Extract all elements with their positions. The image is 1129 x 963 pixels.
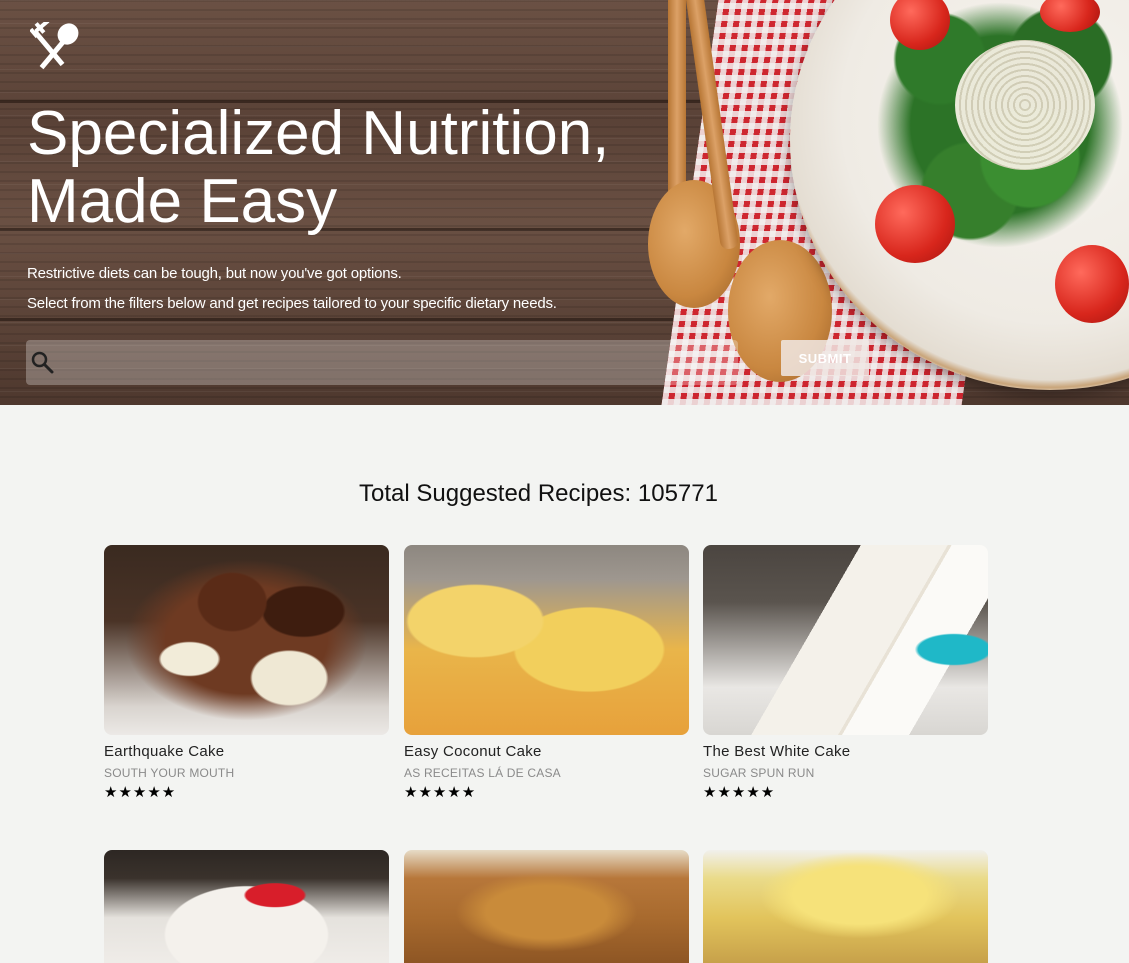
recipe-image[interactable] [104,545,389,735]
recipe-title[interactable]: The Best White Cake [703,743,988,760]
headline-line: Made Easy [27,167,338,236]
headline-line: Specialized Nutrition, [27,99,610,168]
recipe-image[interactable] [104,850,389,963]
recipe-source: AS RECEITAS LÁ DE CASA [404,766,561,780]
search-bar [26,340,738,387]
hero-banner: Specialized Nutrition, Made Easy Restric… [0,0,1129,405]
recipe-title[interactable]: Easy Coconut Cake [404,743,689,760]
recipe-source: SUGAR SPUN RUN [703,766,815,780]
total-recipes-count: Total Suggested Recipes: 105771 [359,480,718,507]
recipe-source: SOUTH YOUR MOUTH [104,766,235,780]
recipe-card[interactable] [404,850,689,963]
submit-button[interactable]: SUBMIT [781,340,869,376]
rating-stars: ★★★★★ [703,784,776,801]
hero-subtitle: Select from the filters below and get re… [27,295,557,312]
recipe-image[interactable] [404,850,689,963]
shredded-cheese [955,40,1095,170]
recipe-title[interactable]: Earthquake Cake [104,743,389,760]
recipe-image[interactable] [404,545,689,735]
hero-subtitle: Restrictive diets can be tough, but now … [27,265,402,282]
fork-spoon-icon[interactable] [30,22,82,70]
wooden-spoon-handle [668,0,686,200]
recipe-image[interactable] [703,850,988,963]
hero-headline: Specialized Nutrition, Made Easy [27,100,609,236]
recipe-card[interactable]: Earthquake Cake SOUTH YOUR MOUTH ★★★★★ [104,545,389,801]
tomato [875,185,955,263]
recipe-image[interactable] [703,545,988,735]
search-input[interactable] [66,340,730,387]
recipe-card[interactable] [703,850,988,963]
rating-stars: ★★★★★ [404,784,477,801]
search-icon [31,351,54,374]
rating-stars: ★★★★★ [104,784,177,801]
tomato [1055,245,1129,323]
recipe-card[interactable] [104,850,389,963]
recipe-card[interactable]: The Best White Cake SUGAR SPUN RUN ★★★★★ [703,545,988,801]
recipe-card[interactable]: Easy Coconut Cake AS RECEITAS LÁ DE CASA… [404,545,689,801]
